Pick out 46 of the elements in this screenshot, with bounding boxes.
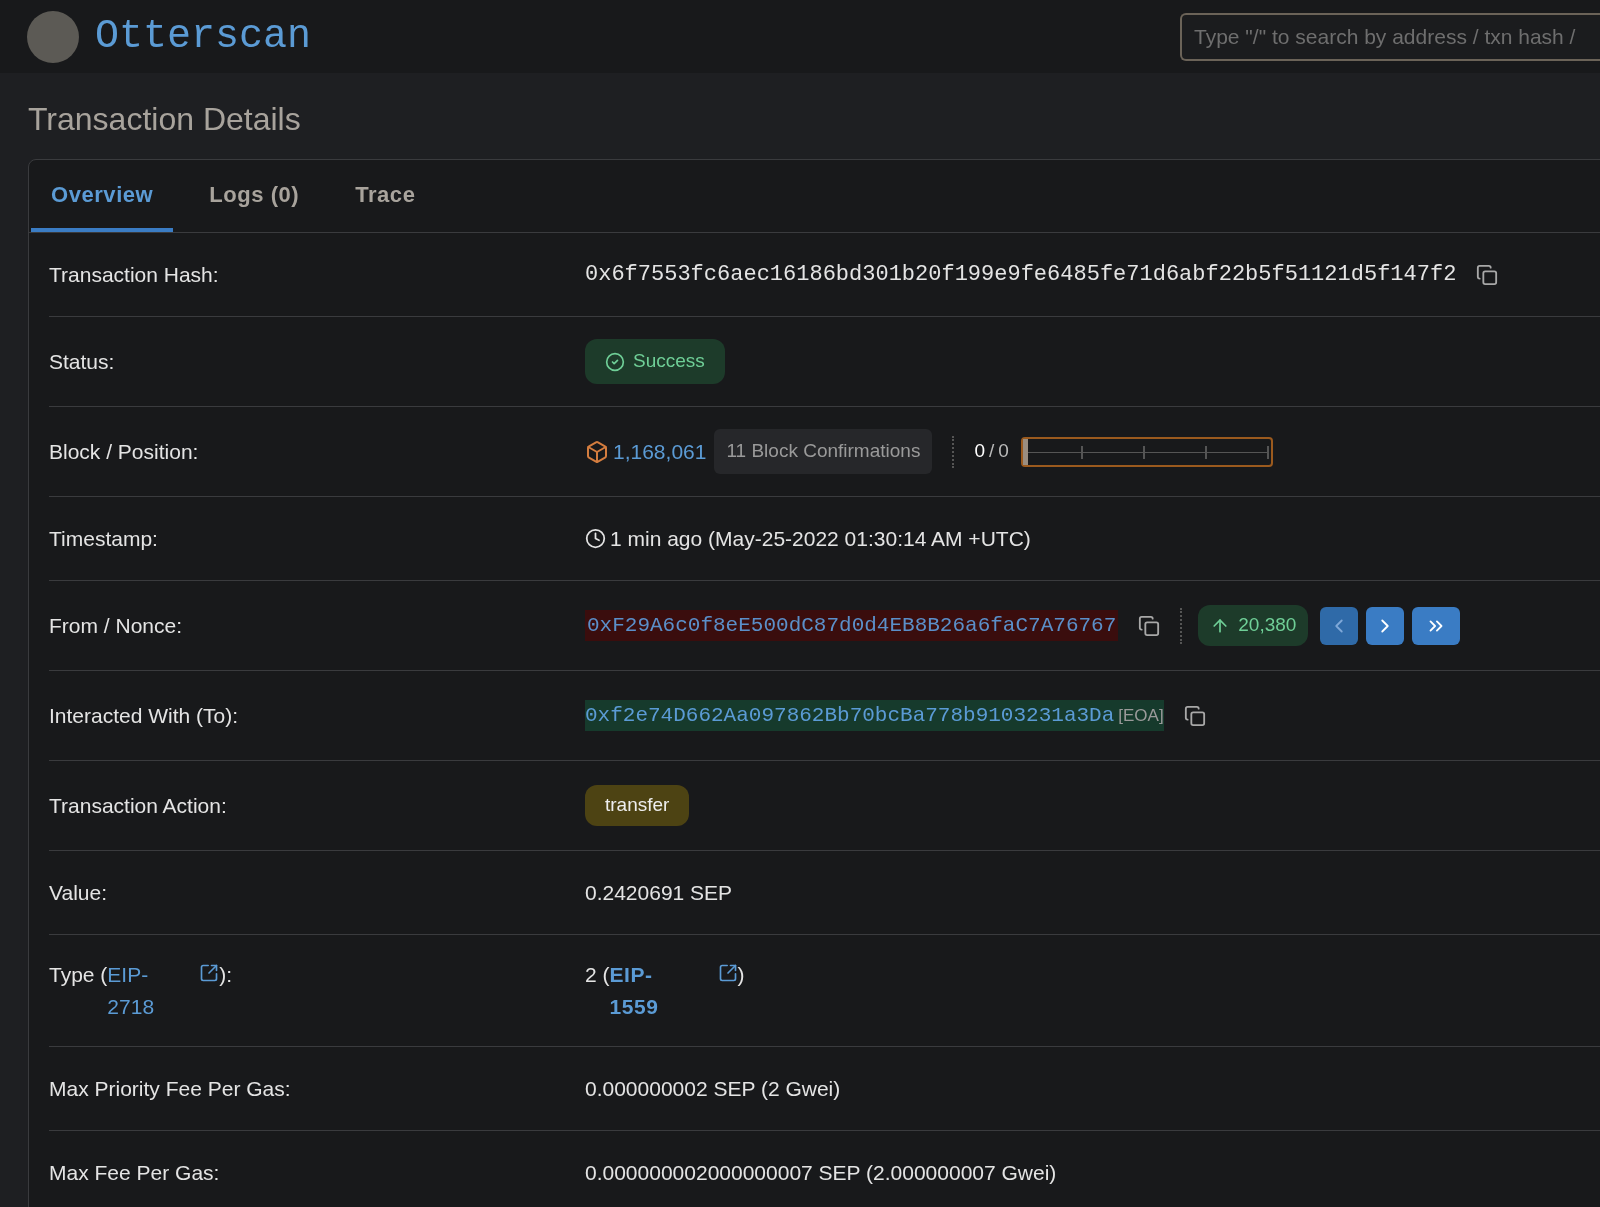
field-label-suffix: ): xyxy=(219,962,233,988)
tab[interactable]: Logs (0) xyxy=(189,160,320,232)
confirmations-badge: 11 Block Confirmations xyxy=(714,429,933,474)
field-label: Interacted With (To): xyxy=(49,703,239,727)
recipient-address[interactable]: 0xf2e74D662Aa097862Bb70bcBa778b9103231a3Da xyxy=(585,699,1115,732)
search-field[interactable]: Type "/" to search by address / txn hash / xyxy=(1180,12,1600,61)
field-label: Max Priority Fee Per Gas: xyxy=(49,1076,291,1100)
transaction-hash: 0x6f7553fc6aec16186bd301b20f199e9fe6485fe71d6abf22b5f51121d5f147f2 xyxy=(585,261,1457,289)
external-link-icon xyxy=(717,963,738,983)
field-label: Type ( xyxy=(49,962,108,988)
eip-link[interactable]: EIP-2718 xyxy=(107,959,158,1022)
brand-name[interactable]: Otterscan xyxy=(95,6,312,67)
status-badge: Success xyxy=(585,339,725,384)
action-badge: transfer xyxy=(585,785,690,826)
timestamp-text: 1 min ago (May-25-2022 01:30:14 AM +UTC) xyxy=(610,525,1031,552)
field-label: From / Nonce: xyxy=(49,613,183,637)
field-value: 0.2420691 SEP xyxy=(585,879,733,906)
next-nonce-button[interactable] xyxy=(1366,606,1405,645)
external-link-icon xyxy=(199,963,220,983)
position-text: 0 xyxy=(974,439,985,464)
check-circle-icon xyxy=(605,351,625,372)
tab[interactable]: Trace xyxy=(335,160,436,232)
type-value: 2 ( xyxy=(585,962,610,988)
page-title: Transaction Details xyxy=(28,100,302,139)
field-label: Status: xyxy=(49,349,115,373)
clock-icon xyxy=(585,528,606,549)
field-label: Value: xyxy=(49,880,107,904)
cube-icon xyxy=(585,439,609,464)
field-label: Block / Position: xyxy=(49,439,199,463)
field-label: Transaction Action: xyxy=(49,793,227,817)
field-value: 0.000000002000000007 SEP (2.000000007 Gwei) xyxy=(585,1159,1057,1186)
block-link[interactable]: 1,168,061 xyxy=(613,435,707,468)
tab[interactable]: Overview xyxy=(31,160,174,232)
address-tag: [EOA] xyxy=(1118,702,1164,729)
position-separator: / xyxy=(988,439,995,464)
field-value: 0.000000002 SEP (2 Gwei) xyxy=(585,1075,841,1102)
closing-parenthesis: ) xyxy=(737,962,745,988)
nonce-badge: 20,380 xyxy=(1198,605,1309,646)
sender-address[interactable]: 0xF29A6c0f8eE500dC87d0d4EB8B26a6faC7A76767 xyxy=(585,609,1119,642)
last-nonce-button[interactable] xyxy=(1412,606,1461,645)
avatar-placeholder xyxy=(27,10,79,63)
field-label: Max Fee Per Gas: xyxy=(49,1160,220,1184)
eip-link[interactable]: EIP-1559 xyxy=(609,959,666,1022)
field-label: Transaction Hash: xyxy=(49,262,219,286)
field-label: Timestamp: xyxy=(49,526,158,550)
position-total: 0 xyxy=(998,439,1009,464)
